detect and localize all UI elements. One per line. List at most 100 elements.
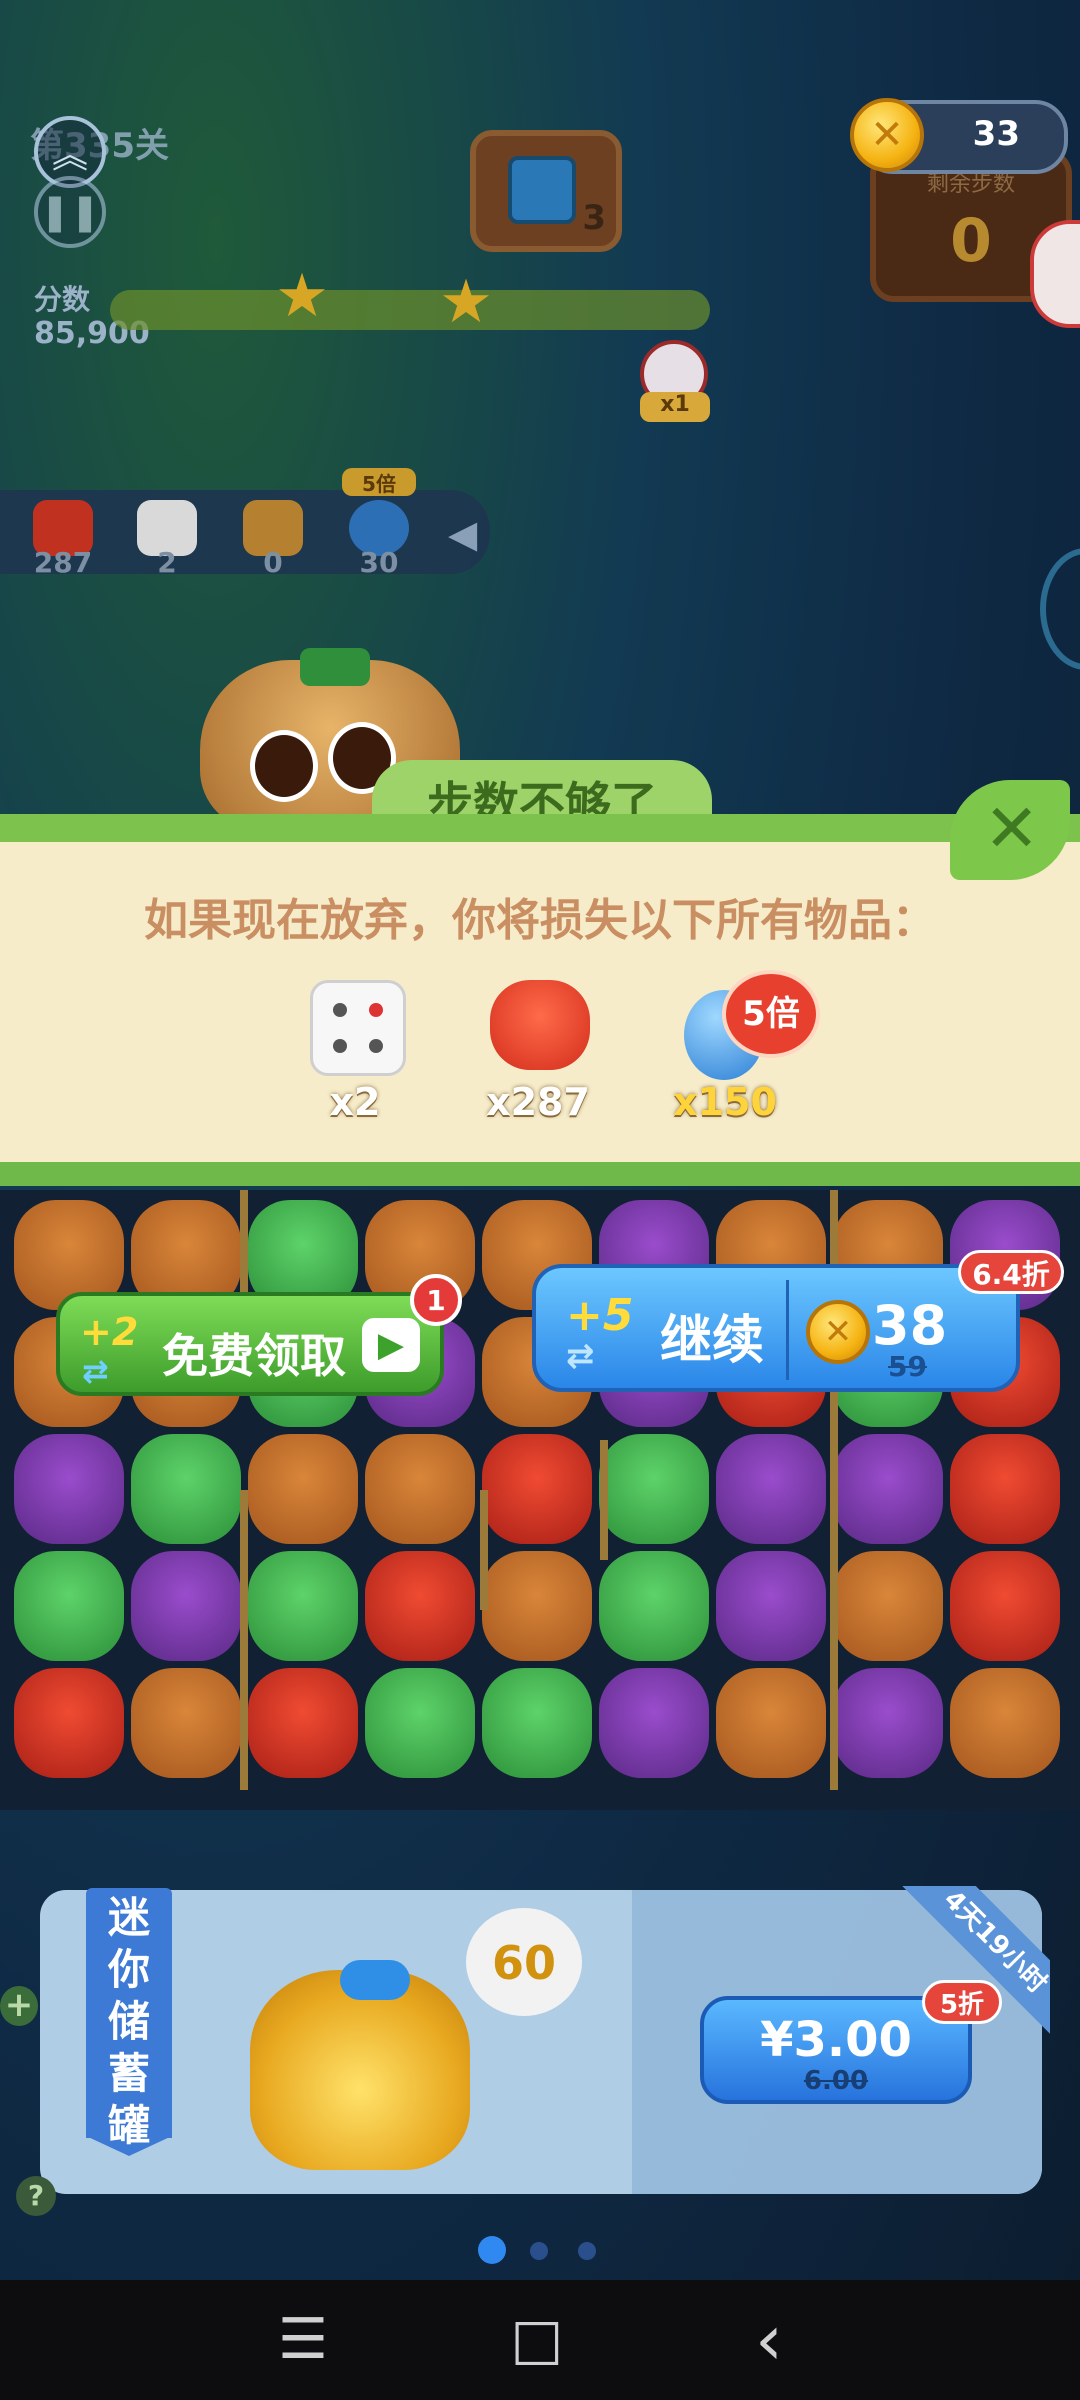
bubble-value: 60 <box>491 1936 556 1990</box>
fox-tile[interactable] <box>950 1434 1060 1544</box>
offer-title-char: 你 <box>107 1945 150 1994</box>
frog-tile[interactable] <box>599 1551 709 1661</box>
menu-icon[interactable]: ☰ <box>258 2300 348 2380</box>
owl-tile[interactable] <box>131 1551 241 1661</box>
bear-tile[interactable] <box>482 1551 592 1661</box>
dialog-message: 如果现在放弃，你将损失以下所有物品： <box>144 895 936 946</box>
owl-tile[interactable] <box>14 1434 124 1544</box>
reward-count: x2 <box>329 1080 381 1124</box>
coin-icon: ✕ <box>850 98 924 172</box>
fox-tile[interactable] <box>482 1434 592 1544</box>
dialog-bottom-border <box>0 1162 1080 1186</box>
fox-tile[interactable] <box>14 1668 124 1778</box>
coin-icon: ✕ <box>806 1300 870 1364</box>
pause-button[interactable]: ❚❚ <box>34 176 106 248</box>
fox-tile[interactable] <box>365 1551 475 1661</box>
drop-booster[interactable]: 30 <box>344 500 414 579</box>
bear-tile[interactable] <box>950 1668 1060 1778</box>
continue-button[interactable]: +5 ⇄ 继续 38 59 <box>532 1264 1020 1392</box>
coin-jar-icon <box>250 1970 470 2170</box>
alarm-badge: x1 <box>640 392 710 422</box>
notification-badge: 1 <box>410 1274 462 1326</box>
fox-booster[interactable]: 287 <box>28 500 98 579</box>
carousel-dot[interactable] <box>530 2242 548 2260</box>
offer-title-char: 迷 <box>107 1893 150 1942</box>
carousel-dots <box>478 2236 608 2266</box>
booster-count: 287 <box>33 546 93 579</box>
bear-tile[interactable] <box>833 1551 943 1661</box>
multiplier-badge: 5倍 <box>722 970 820 1058</box>
bear-tile[interactable] <box>131 1668 241 1778</box>
buy-price: ¥3.00 <box>760 2012 912 2068</box>
goal-tile-icon <box>508 156 576 224</box>
back-icon[interactable]: ‹ <box>724 2300 814 2380</box>
owl-tile[interactable] <box>716 1551 826 1661</box>
fox-tile[interactable] <box>248 1668 358 1778</box>
chevron-up-icon: ︽ <box>51 135 88 176</box>
bear-tile[interactable] <box>365 1434 475 1544</box>
star-icon: ★ <box>439 267 493 337</box>
score-progress-vine <box>110 290 710 330</box>
frog-tile[interactable] <box>248 1551 358 1661</box>
carousel-dot-active[interactable] <box>478 2236 506 2264</box>
owl-tile[interactable] <box>716 1434 826 1544</box>
swap-arrows-icon: ⇄ <box>82 1352 109 1390</box>
divider <box>786 1280 789 1380</box>
frog-tile[interactable] <box>14 1551 124 1661</box>
offer-discount-badge: 5折 <box>922 1980 1002 2024</box>
offer-title-char: 罐 <box>107 2101 150 2150</box>
plus-icon[interactable]: + <box>0 1986 38 2026</box>
frog-tile[interactable] <box>482 1668 592 1778</box>
collapse-arrow-icon[interactable]: ◀ <box>448 512 477 556</box>
home-icon[interactable]: □ <box>492 2300 582 2380</box>
frog-tile[interactable] <box>599 1434 709 1544</box>
score-label: 分数 <box>34 283 91 316</box>
reward-count: x287 <box>486 1080 590 1124</box>
discount-badge: 6.4折 <box>958 1250 1064 1294</box>
coin-bubble: 60 <box>466 1908 582 2016</box>
help-icon[interactable]: ? <box>16 2176 56 2216</box>
goal-count: 3 <box>582 198 606 238</box>
bear-tile[interactable] <box>248 1434 358 1544</box>
plus-steps: +5 <box>566 1290 634 1341</box>
rope-barrier <box>240 1490 248 1790</box>
booster-count: 2 <box>157 546 177 579</box>
mascot-hat <box>300 648 370 686</box>
owl-tile[interactable] <box>833 1434 943 1544</box>
pause-icon: ❚❚ <box>39 191 101 233</box>
buy-original-price: 6.00 <box>803 2066 869 2096</box>
booster-multiplier-badge: 5倍 <box>342 468 416 496</box>
bear-tile[interactable] <box>716 1668 826 1778</box>
continue-label: 继续 <box>660 1311 765 1371</box>
fox-icon <box>490 980 590 1070</box>
coin-balance-value: 33 <box>972 114 1020 154</box>
offer-title-char: 储 <box>107 1997 150 2046</box>
free-claim-button[interactable]: +2 ⇄ 免费领取 ▶ <box>56 1292 444 1396</box>
frog-tile[interactable] <box>365 1668 475 1778</box>
dice-icon <box>310 980 406 1076</box>
offer-title-char: 蓄 <box>107 2049 150 2098</box>
mascot-eye <box>250 730 318 802</box>
fox-tile[interactable] <box>950 1551 1060 1661</box>
video-play-icon: ▶ <box>362 1318 420 1372</box>
continue-price: 38 <box>872 1294 948 1357</box>
dice-booster[interactable]: 2 <box>132 500 202 579</box>
frog-tile[interactable] <box>131 1434 241 1544</box>
plus-steps: +2 <box>80 1310 139 1354</box>
star-icon: ★ <box>275 261 329 331</box>
dialog-top-border <box>0 814 1080 842</box>
rope-barrier <box>600 1440 608 1560</box>
side-character[interactable] <box>1030 220 1080 328</box>
offer-title: 迷你储蓄罐 <box>86 1892 172 2152</box>
bag-booster[interactable]: 0 <box>238 500 308 579</box>
close-icon[interactable]: ✕ <box>984 790 1039 867</box>
bow-icon <box>340 1960 410 2000</box>
rope-barrier <box>480 1490 488 1610</box>
swap-arrows-icon: ⇄ <box>566 1336 595 1376</box>
booster-count: 30 <box>359 546 399 579</box>
booster-count: 0 <box>263 546 283 579</box>
owl-tile[interactable] <box>599 1668 709 1778</box>
owl-tile[interactable] <box>833 1668 943 1778</box>
carousel-dot[interactable] <box>578 2242 596 2260</box>
goal-box: 3 <box>470 130 622 252</box>
